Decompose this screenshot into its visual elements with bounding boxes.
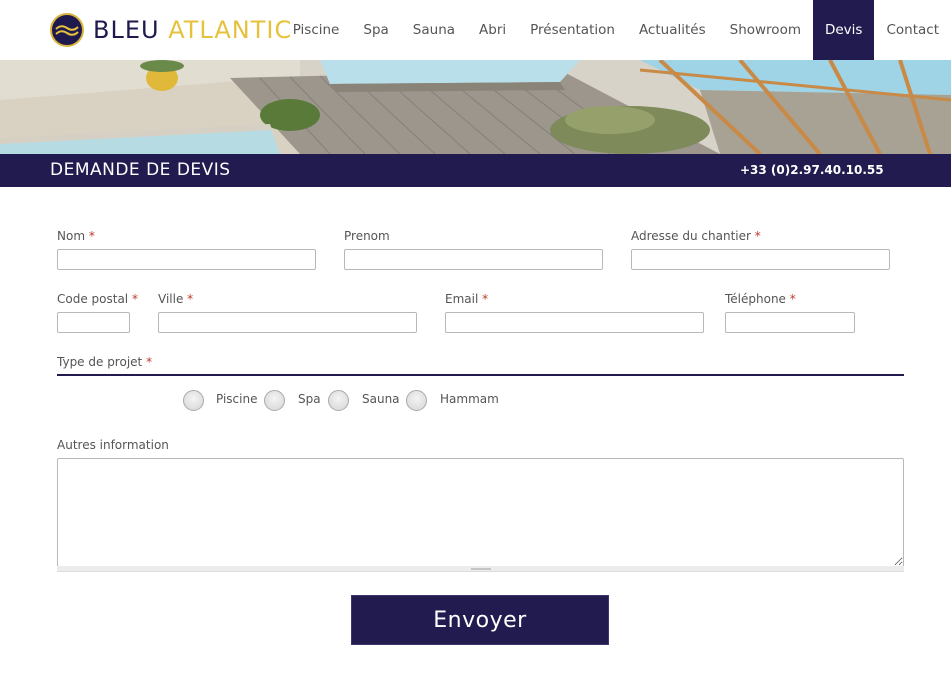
nav-item-actualites[interactable]: Actualités bbox=[627, 0, 718, 60]
logo-word-2: ATLANTIC bbox=[168, 16, 293, 44]
grip-icon bbox=[471, 568, 491, 570]
envoyer-button[interactable]: Envoyer bbox=[351, 595, 609, 645]
radio-spa[interactable] bbox=[264, 390, 285, 411]
page-title: DEMANDE DE DEVIS bbox=[50, 160, 231, 180]
required-mark: * bbox=[754, 229, 761, 243]
email-label-text: Email bbox=[445, 292, 479, 306]
required-mark: * bbox=[187, 292, 194, 306]
phone-number[interactable]: +33 (0)2.97.40.10.55 bbox=[740, 154, 884, 187]
telephone-label: Téléphone * bbox=[725, 292, 796, 306]
radio-hammam[interactable] bbox=[406, 390, 427, 411]
section-divider bbox=[57, 374, 904, 376]
nom-label: Nom * bbox=[57, 229, 95, 243]
main-nav: Piscine Spa Sauna Abri Présentation Actu… bbox=[281, 0, 951, 60]
autres-label: Autres information bbox=[57, 438, 169, 452]
nav-item-spa[interactable]: Spa bbox=[351, 0, 400, 60]
site-header: BLEU ATLANTIC Piscine Spa Sauna Abri Pré… bbox=[0, 0, 951, 60]
logo-text: BLEU ATLANTIC bbox=[93, 13, 292, 47]
required-mark: * bbox=[88, 229, 95, 243]
prenom-input[interactable] bbox=[344, 249, 603, 270]
nav-item-devis[interactable]: Devis bbox=[812, 0, 875, 60]
adresse-input[interactable] bbox=[631, 249, 890, 270]
prenom-label-text: Prenom bbox=[344, 229, 390, 243]
required-mark: * bbox=[146, 355, 153, 369]
code-postal-label: Code postal * bbox=[57, 292, 138, 306]
radio-label-piscine[interactable]: Piscine bbox=[216, 392, 257, 406]
required-mark: * bbox=[789, 292, 796, 306]
type-projet-label: Type de projet * bbox=[57, 355, 152, 369]
telephone-input[interactable] bbox=[725, 312, 855, 333]
radio-piscine[interactable] bbox=[183, 390, 204, 411]
telephone-label-text: Téléphone bbox=[725, 292, 786, 306]
textarea-resize-handle[interactable] bbox=[57, 566, 904, 572]
adresse-label-text: Adresse du chantier bbox=[631, 229, 751, 243]
ville-input[interactable] bbox=[158, 312, 417, 333]
wave-logo-icon bbox=[50, 13, 84, 47]
required-mark: * bbox=[482, 292, 489, 306]
hero-banner-image bbox=[0, 60, 951, 154]
ville-label-text: Ville bbox=[158, 292, 184, 306]
nav-item-contact[interactable]: Contact bbox=[874, 0, 951, 60]
logo[interactable]: BLEU ATLANTIC bbox=[50, 13, 292, 47]
required-mark: * bbox=[131, 292, 138, 306]
radio-sauna[interactable] bbox=[328, 390, 349, 411]
type-projet-label-text: Type de projet bbox=[57, 355, 143, 369]
nom-input[interactable] bbox=[57, 249, 316, 270]
ville-label: Ville * bbox=[158, 292, 193, 306]
code-postal-label-text: Code postal bbox=[57, 292, 129, 306]
adresse-label: Adresse du chantier * bbox=[631, 229, 761, 243]
radio-label-hammam[interactable]: Hammam bbox=[440, 392, 499, 406]
autres-label-text: Autres information bbox=[57, 438, 169, 452]
nav-item-sauna[interactable]: Sauna bbox=[401, 0, 467, 60]
autres-textarea[interactable] bbox=[57, 458, 904, 567]
nav-item-abri[interactable]: Abri bbox=[467, 0, 518, 60]
nav-item-showroom[interactable]: Showroom bbox=[718, 0, 813, 60]
prenom-label: Prenom bbox=[344, 229, 390, 243]
nav-item-presentation[interactable]: Présentation bbox=[518, 0, 627, 60]
logo-word-1: BLEU bbox=[93, 16, 160, 44]
radio-label-spa[interactable]: Spa bbox=[298, 392, 321, 406]
radio-label-sauna[interactable]: Sauna bbox=[362, 392, 400, 406]
email-label: Email * bbox=[445, 292, 488, 306]
nom-label-text: Nom bbox=[57, 229, 86, 243]
email-input[interactable] bbox=[445, 312, 704, 333]
code-postal-input[interactable] bbox=[57, 312, 130, 333]
nav-item-piscine[interactable]: Piscine bbox=[281, 0, 352, 60]
title-band: DEMANDE DE DEVIS +33 (0)2.97.40.10.55 bbox=[0, 154, 951, 187]
